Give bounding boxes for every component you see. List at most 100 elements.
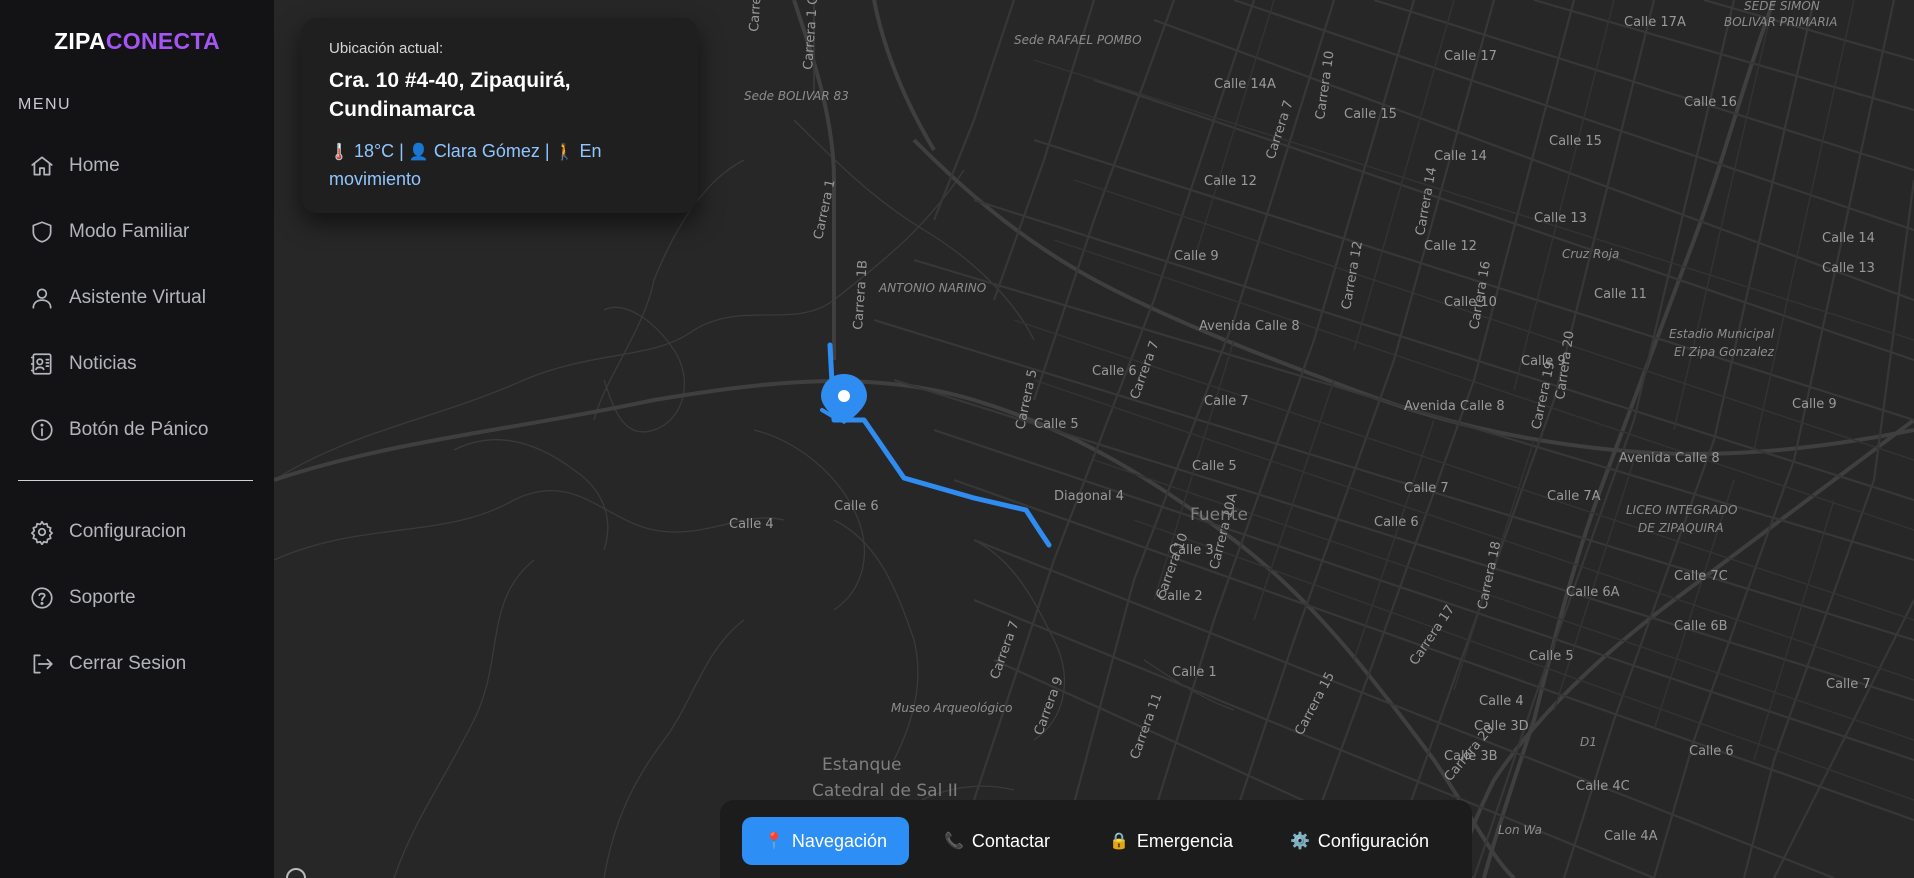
svg-text:SEDE SIMON: SEDE SIMON <box>1744 0 1820 13</box>
svg-text:Calle 1: Calle 1 <box>1172 665 1217 680</box>
sidebar-item-label: Home <box>69 155 120 176</box>
svg-text:Cruz Roja: Cruz Roja <box>1562 247 1619 261</box>
svg-text:BOLIVAR PRIMARIA: BOLIVAR PRIMARIA <box>1724 15 1837 29</box>
sidebar-item-label: Soporte <box>69 587 136 608</box>
app: ZIPACONECTA MENU Home Modo Familiar Asis… <box>0 0 1914 878</box>
svg-text:Calle 5: Calle 5 <box>1034 417 1079 432</box>
sidebar-item-soporte[interactable]: Soporte <box>29 578 136 618</box>
svg-text:LICEO INTEGRADO: LICEO INTEGRADO <box>1626 503 1737 517</box>
svg-text:Calle 7C: Calle 7C <box>1674 569 1728 584</box>
svg-text:Calle 4: Calle 4 <box>1479 694 1524 709</box>
info-icon <box>29 417 55 443</box>
sidebar-item-label: Noticias <box>69 353 137 374</box>
svg-text:D1: D1 <box>1580 735 1597 749</box>
svg-text:Estadio Municipal: Estadio Municipal <box>1669 327 1775 341</box>
svg-text:Sede BOLIVAR 83: Sede BOLIVAR 83 <box>744 89 849 103</box>
svg-text:Calle 15: Calle 15 <box>1344 107 1397 122</box>
svg-text:El Zipa Gonzalez: El Zipa Gonzalez <box>1674 345 1775 359</box>
location-address: Cra. 10 #4-40, Zipaquirá, Cundinamarca <box>329 66 668 124</box>
temperature-value: 18°C <box>353 141 395 161</box>
sidebar-item-noticias[interactable]: Noticias <box>29 344 137 384</box>
navegacion-button[interactable]: 📍 Navegación <box>742 817 909 865</box>
logout-icon <box>29 651 55 677</box>
action-label: Emergencia <box>1136 830 1233 851</box>
movement-status-line2: movimiento <box>329 169 422 189</box>
sidebar-item-boton-panico[interactable]: Botón de Pánico <box>29 410 208 450</box>
svg-text:Calle 11: Calle 11 <box>1594 287 1647 302</box>
phone-icon: 📞 <box>944 833 964 850</box>
sidebar-item-configuracion[interactable]: Configuracion <box>29 512 186 552</box>
sidebar-item-label: Asistente Virtual <box>69 287 206 308</box>
svg-text:Museo Arqueológico: Museo Arqueológico <box>891 701 1012 715</box>
svg-text:Sede RAFAEL POMBO: Sede RAFAEL POMBO <box>1014 33 1142 47</box>
lock-icon: 🔒 <box>1109 833 1129 850</box>
emergencia-button[interactable]: 🔒 Emergencia <box>1087 817 1255 865</box>
svg-text:Carrera 7: Carrera 7 <box>1264 99 1297 162</box>
action-label: Configuración <box>1317 830 1429 851</box>
brand-logo[interactable]: ZIPACONECTA <box>54 28 220 55</box>
svg-text:Diagonal 4: Diagonal 4 <box>1054 489 1124 504</box>
action-label: Navegación <box>791 830 887 851</box>
route-path <box>827 342 1052 548</box>
svg-text:Calle 7: Calle 7 <box>1826 677 1871 692</box>
svg-text:Calle 7: Calle 7 <box>1204 394 1249 409</box>
svg-text:Calle 6: Calle 6 <box>834 499 879 514</box>
svg-text:Calle 7A: Calle 7A <box>1547 489 1601 504</box>
sidebar-item-label: Botón de Pánico <box>69 419 209 440</box>
sidebar-item-home[interactable]: Home <box>29 146 120 186</box>
contactar-button[interactable]: 📞 Contactar <box>922 817 1072 865</box>
home-icon <box>29 153 55 179</box>
walking-icon: 🚶 <box>554 144 575 161</box>
thermometer-icon: 🌡️ <box>329 144 349 161</box>
status-separator: | <box>544 141 550 161</box>
svg-text:Carrera 15: Carrera 15 <box>1292 670 1338 738</box>
svg-text:Calle 4C: Calle 4C <box>1576 779 1630 794</box>
svg-text:Carrera 9: Carrera 9 <box>1032 675 1067 737</box>
svg-text:Catedral de Sal II: Catedral de Sal II <box>812 781 958 801</box>
svg-text:Fuente: Fuente <box>1190 505 1248 525</box>
svg-text:ANTONIO NARINO: ANTONIO NARINO <box>878 281 986 295</box>
svg-text:Avenida Calle 8: Avenida Calle 8 <box>1199 319 1300 334</box>
svg-text:Carrera 11: Carrera 11 <box>1128 691 1166 761</box>
svg-text:Calle 12: Calle 12 <box>1204 174 1257 189</box>
svg-text:Calle 15: Calle 15 <box>1549 134 1602 149</box>
sidebar-item-modo-familiar[interactable]: Modo Familiar <box>29 212 189 252</box>
svg-text:Estanque: Estanque <box>822 755 901 775</box>
svg-text:Calle 6: Calle 6 <box>1374 515 1419 530</box>
user-icon <box>29 285 55 311</box>
svg-text:Calle 17: Calle 17 <box>1444 49 1497 64</box>
svg-text:Calle 5: Calle 5 <box>1192 459 1237 474</box>
svg-text:Lon Wa: Lon Wa <box>1498 823 1542 837</box>
help-icon <box>29 585 55 611</box>
sidebar-item-asistente-virtual[interactable]: Asistente Virtual <box>29 278 206 318</box>
shield-icon <box>29 219 55 245</box>
svg-text:Calle 14: Calle 14 <box>1822 231 1875 246</box>
address-line-2: Cundinamarca <box>329 98 475 121</box>
sidebar-item-label: Cerrar Sesion <box>69 653 187 674</box>
action-label: Contactar <box>971 830 1050 851</box>
location-card: Ubicación actual: Cra. 10 #4-40, Zipaqui… <box>301 18 698 213</box>
location-caption: Ubicación actual: <box>329 40 444 57</box>
sidebar-item-cerrar-sesion[interactable]: Cerrar Sesion <box>29 644 186 684</box>
status-separator: | <box>399 141 404 161</box>
svg-text:Calle 13: Calle 13 <box>1534 211 1587 226</box>
location-pin-icon[interactable] <box>821 374 867 424</box>
user-name: Clara Gómez <box>433 141 540 161</box>
svg-text:Carrera 3 Oeste: Carrera 3 Oeste <box>747 0 769 32</box>
svg-text:Calle 5: Calle 5 <box>1529 649 1574 664</box>
pin-icon: 📍 <box>764 833 784 850</box>
svg-text:Calle 12: Calle 12 <box>1424 239 1477 254</box>
gear-icon <box>29 519 55 545</box>
svg-text:Calle 6B: Calle 6B <box>1674 619 1728 634</box>
brand-part1: ZIPA <box>54 28 106 54</box>
svg-text:Avenida Calle 8: Avenida Calle 8 <box>1619 451 1720 466</box>
svg-text:Avenida Calle 8: Avenida Calle 8 <box>1404 399 1505 414</box>
brand-part2: CONECTA <box>105 28 221 54</box>
svg-text:Carrera 18: Carrera 18 <box>1475 540 1504 611</box>
svg-text:Carrera 1B: Carrera 1B <box>851 260 871 331</box>
svg-text:Carrera 14: Carrera 14 <box>1413 166 1440 237</box>
svg-text:Calle 14A: Calle 14A <box>1214 77 1276 92</box>
svg-text:Calle 13: Calle 13 <box>1822 261 1875 276</box>
configuracion-button[interactable]: ⚙️ Configuración <box>1268 817 1451 865</box>
sidebar-divider <box>18 480 253 481</box>
